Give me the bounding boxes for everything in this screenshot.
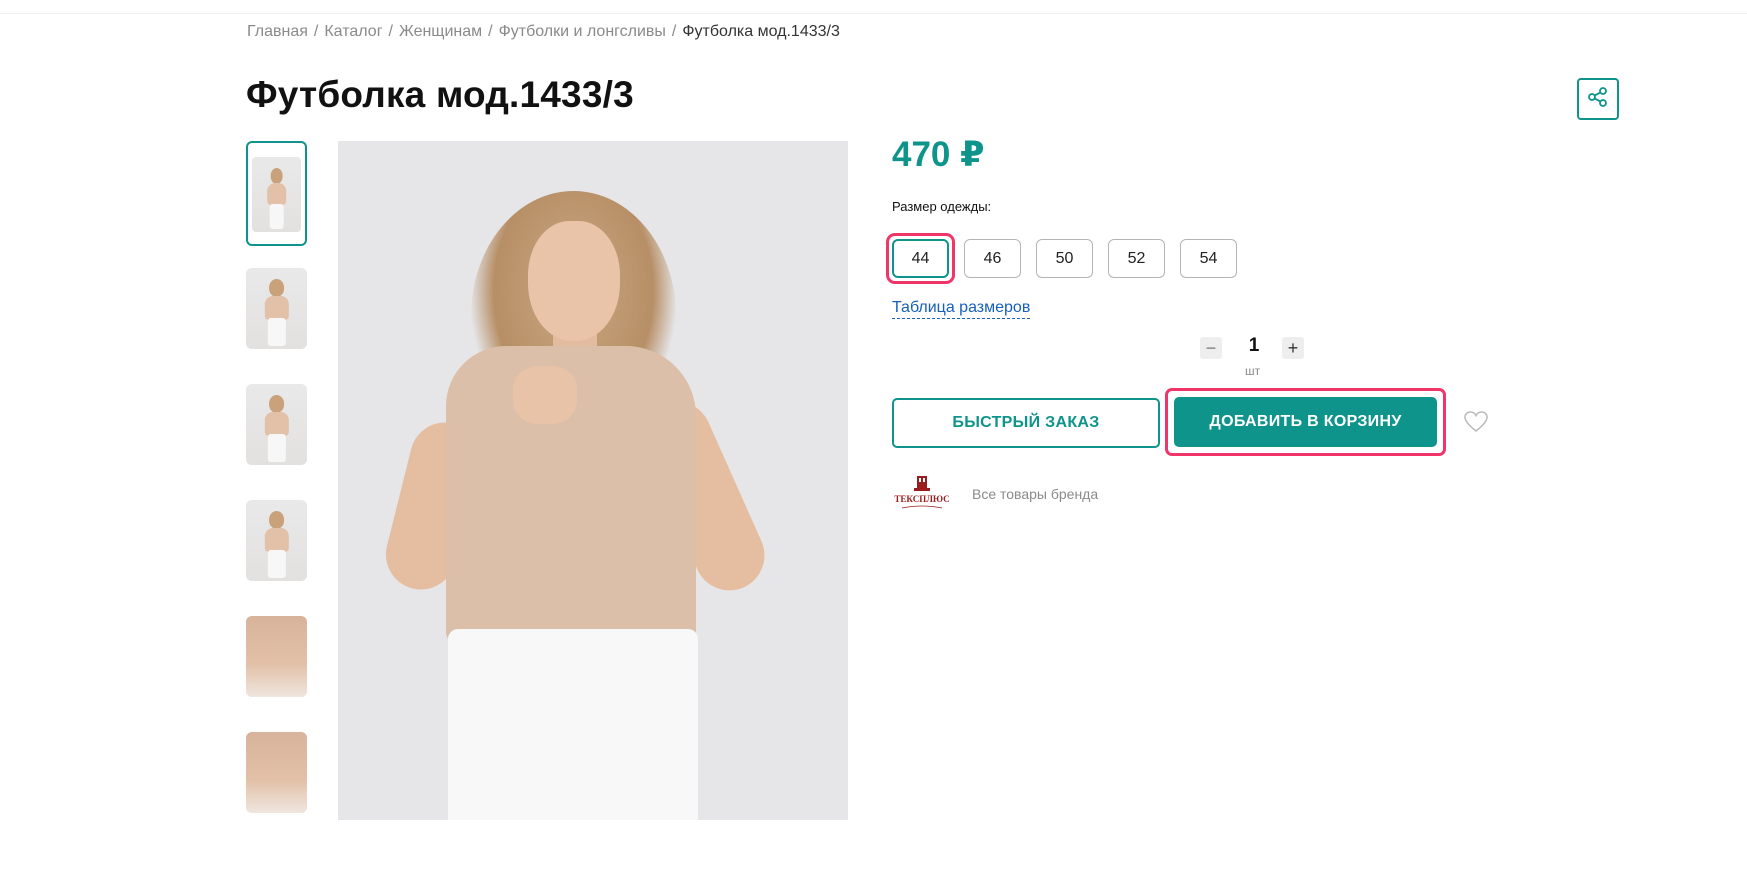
heart-icon xyxy=(1463,411,1489,438)
thumbnail-image xyxy=(246,500,307,581)
main-product-image[interactable] xyxy=(338,141,848,820)
quantity-increase-button[interactable]: + xyxy=(1282,337,1304,359)
quantity-decrease-button[interactable]: − xyxy=(1200,337,1222,359)
thumbnail-3[interactable] xyxy=(246,384,307,465)
thumbnail-6[interactable] xyxy=(246,732,307,813)
size-label: Размер одежды: xyxy=(892,199,992,214)
share-icon xyxy=(1587,86,1609,113)
breadcrumb-separator: / xyxy=(488,23,493,40)
thumbnail-image xyxy=(252,157,301,232)
size-option-54[interactable]: 54 xyxy=(1180,239,1237,278)
breadcrumb: Главная / Каталог / Женщинам / Футболки и лонг… xyxy=(247,23,840,41)
breadcrumb-separator: / xyxy=(313,23,319,40)
size-selector: 44 46 50 52 54 xyxy=(886,233,1252,284)
thumbnail-5[interactable] xyxy=(246,616,307,697)
thumbnail-2[interactable] xyxy=(246,268,307,349)
product-price: 470 ₽ xyxy=(892,135,985,174)
size-option-46[interactable]: 46 xyxy=(964,239,1021,278)
svg-text:ТЕКСПЛЮС: ТЕКСПЛЮС xyxy=(894,494,949,504)
top-divider xyxy=(0,0,1747,14)
quantity-value[interactable]: 1 xyxy=(1240,335,1268,357)
breadcrumb-separator: / xyxy=(388,23,393,40)
size-option-44[interactable]: 44 xyxy=(886,233,955,284)
breadcrumb-catalog[interactable]: Каталог xyxy=(324,23,382,40)
quantity-unit: шт xyxy=(1245,364,1261,378)
thumbnail-image xyxy=(246,732,307,813)
breadcrumb-tshirts[interactable]: Футболки и лонгсливы xyxy=(499,23,666,40)
size-option-50[interactable]: 50 xyxy=(1036,239,1093,278)
brand-row: ТЕКСПЛЮС Все товары бренда xyxy=(892,474,1098,514)
quick-order-button[interactable]: БЫСТРЫЙ ЗАКАЗ xyxy=(892,398,1160,448)
thumbnail-image xyxy=(246,384,307,465)
breadcrumb-home[interactable]: Главная xyxy=(247,23,308,40)
brand-logo[interactable]: ТЕКСПЛЮС xyxy=(892,474,952,514)
favorite-button[interactable] xyxy=(1463,410,1489,439)
thumbnail-image xyxy=(246,268,307,349)
breadcrumb-separator: / xyxy=(671,23,677,40)
share-button[interactable] xyxy=(1577,78,1619,120)
size-table-link[interactable]: Таблица размеров xyxy=(892,299,1031,319)
thumbnail-1[interactable] xyxy=(246,141,307,246)
size-option-52[interactable]: 52 xyxy=(1108,239,1165,278)
page-title: Футболка мод.1433/3 xyxy=(246,74,634,115)
breadcrumb-current: Футболка мод.1433/3 xyxy=(682,23,840,40)
thumbnail-4[interactable] xyxy=(246,500,307,581)
add-to-cart-button[interactable]: ДОБАВИТЬ В КОРЗИНУ xyxy=(1174,397,1437,447)
breadcrumb-women[interactable]: Женщинам xyxy=(399,23,482,40)
brand-products-link[interactable]: Все товары бренда xyxy=(972,486,1098,502)
thumbnail-image xyxy=(246,616,307,697)
quantity-stepper: − 1 + xyxy=(1200,333,1305,363)
